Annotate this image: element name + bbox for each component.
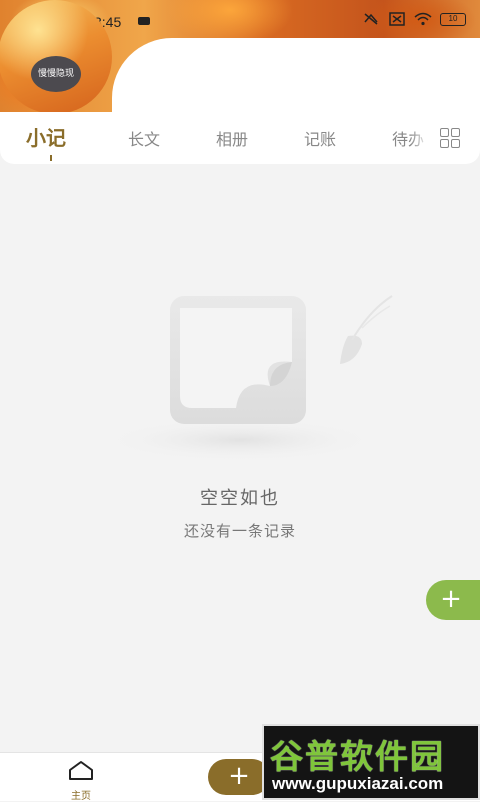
tab-accounting[interactable]: 记账 <box>304 126 336 150</box>
mute-icon <box>364 13 378 25</box>
tab-notes[interactable]: 小记 <box>26 122 66 151</box>
battery-icon: 10 <box>440 12 466 26</box>
status-icons: 10 <box>362 12 466 26</box>
notification-icon <box>138 17 150 25</box>
floating-add-button[interactable]: + <box>426 580 480 620</box>
grid-icon[interactable] <box>440 126 462 148</box>
empty-title: 空空如也 <box>200 488 280 509</box>
watermark-title: 谷普软件园 <box>270 737 445 776</box>
avatar[interactable]: 慢慢隐现 <box>0 0 112 114</box>
wifi-icon <box>414 12 432 26</box>
sim-icon <box>389 12 405 26</box>
tab-bar: 小记 长文 相册 记账 待办 <box>0 112 480 164</box>
tab-album[interactable]: 相册 <box>216 126 248 150</box>
header-panel <box>112 38 480 118</box>
watermark: 谷普软件园 www.gupuxiazai.com <box>262 724 480 800</box>
add-button[interactable]: + <box>208 759 270 795</box>
home-icon <box>69 761 93 780</box>
avatar-text: 慢慢隐现 <box>31 56 81 92</box>
tab-articles[interactable]: 长文 <box>128 126 160 150</box>
watermark-url: www.gupuxiazai.com <box>272 774 444 793</box>
empty-subtitle: 还没有一条记录 <box>183 522 296 540</box>
empty-box-icon <box>100 295 393 460</box>
nav-home[interactable]: 主页 <box>62 759 100 802</box>
tab-fade <box>410 112 438 162</box>
tab-active-indicator <box>50 155 52 161</box>
